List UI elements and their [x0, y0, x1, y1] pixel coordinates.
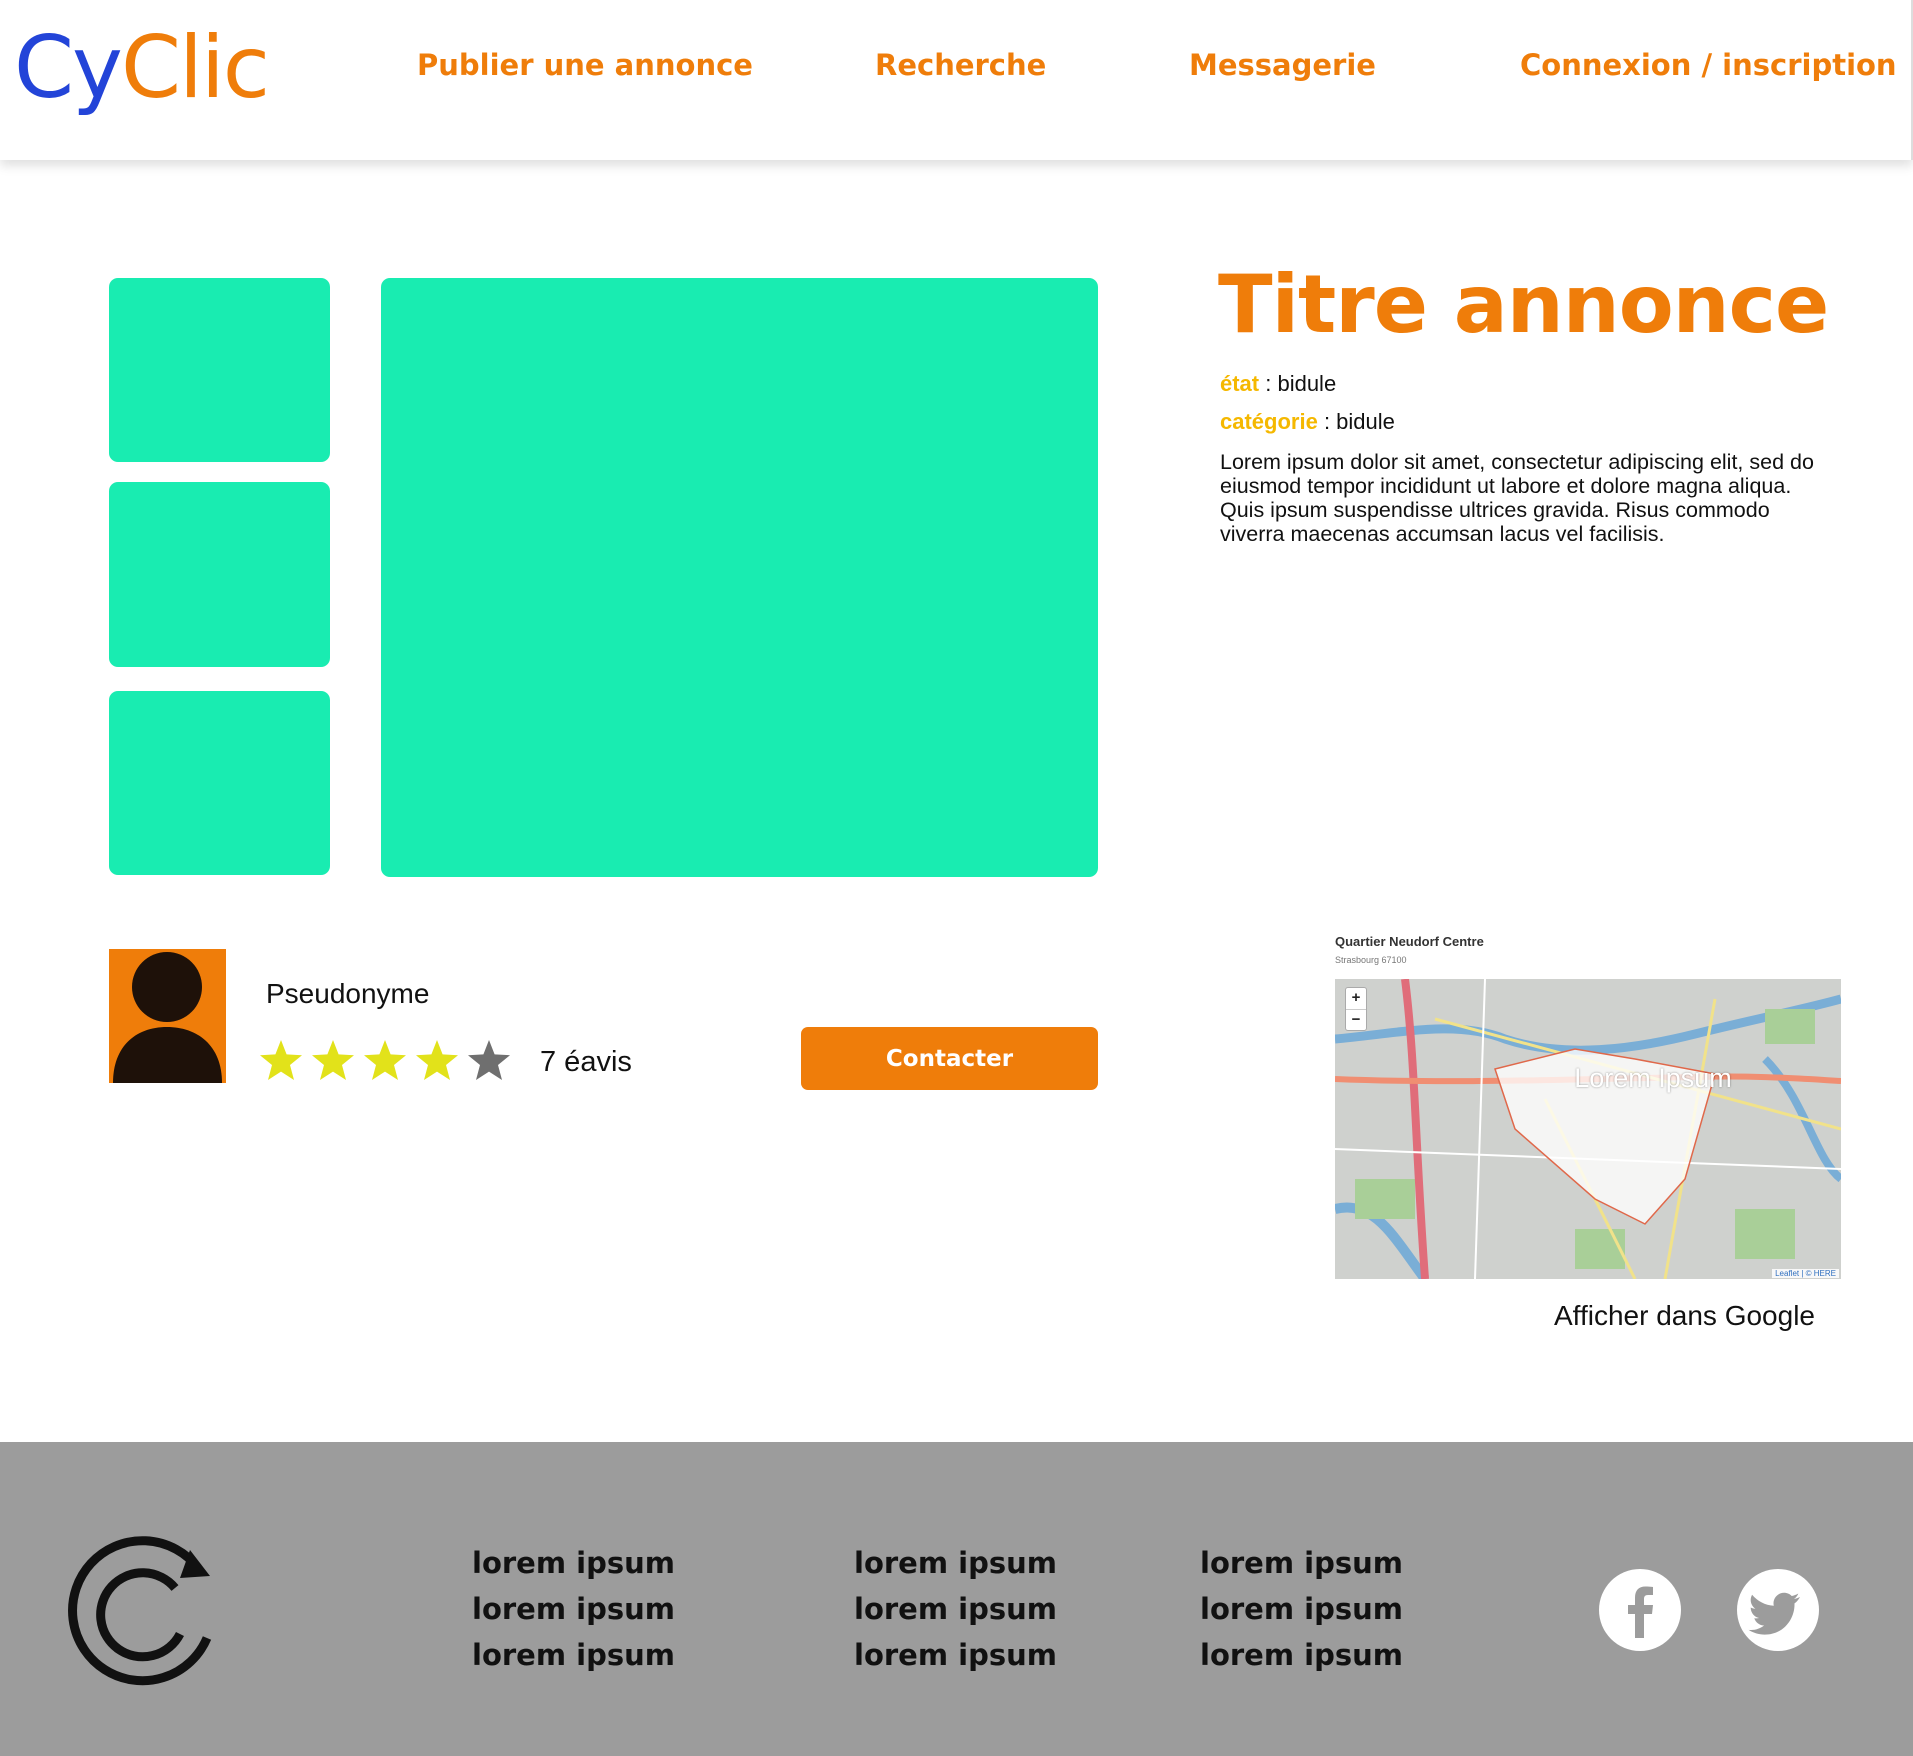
cyclic-footer-logo-icon[interactable] — [62, 1530, 222, 1695]
seller-rating-stars — [258, 1038, 512, 1084]
state-label: état — [1220, 371, 1260, 396]
seller-avatar[interactable] — [109, 949, 226, 1083]
nav-publish-link[interactable]: Publier une annonce — [417, 48, 753, 82]
map-place-sub: Strasbourg 67100 — [1335, 955, 1407, 965]
category-label: catégorie — [1220, 409, 1318, 434]
star-filled-icon — [260, 1040, 302, 1080]
contact-button[interactable]: Contacter — [801, 1027, 1098, 1090]
nav-search-link[interactable]: Recherche — [875, 48, 1046, 82]
footer-column-1: lorem ipsum lorem ipsum lorem ipsum — [472, 1540, 675, 1678]
footer-link[interactable]: lorem ipsum — [472, 1632, 675, 1678]
listing-title: Titre annonce — [1218, 258, 1829, 351]
map-tiles — [1335, 979, 1841, 1279]
footer-link[interactable]: lorem ipsum — [1200, 1632, 1403, 1678]
seller-reviews-count[interactable]: 7 éavis — [540, 1046, 632, 1079]
listing-state: état : bidule — [1220, 371, 1336, 397]
cyclic-logo[interactable]: CyClic — [14, 18, 270, 118]
map-attribution[interactable]: Leaflet | © HERE — [1772, 1269, 1839, 1278]
listing-description: Lorem ipsum dolor sit amet, consectetur … — [1220, 450, 1814, 546]
map-zoom-in-button[interactable]: + — [1346, 988, 1366, 1009]
footer-column-2: lorem ipsum lorem ipsum lorem ipsum — [854, 1540, 1057, 1678]
map-overlay-text: Lorem Ipsum — [1574, 1063, 1732, 1093]
photo-thumbnail-2[interactable] — [109, 482, 330, 667]
twitter-icon[interactable] — [1736, 1568, 1820, 1652]
footer-link[interactable]: lorem ipsum — [854, 1586, 1057, 1632]
open-in-google-link[interactable]: Afficher dans Google — [1554, 1300, 1815, 1332]
star-filled-icon — [364, 1040, 406, 1080]
logo-part-clic: Clic — [120, 18, 270, 118]
footer-link[interactable]: lorem ipsum — [1200, 1540, 1403, 1586]
location-map[interactable]: + − Lorem Ipsum Leaflet | © HERE — [1335, 979, 1841, 1279]
category-value: : bidule — [1317, 409, 1395, 434]
user-silhouette-icon — [113, 952, 222, 1083]
state-value: : bidule — [1259, 371, 1337, 396]
logo-part-cy: Cy — [14, 18, 123, 118]
footer-link[interactable]: lorem ipsum — [854, 1632, 1057, 1678]
photo-thumbnail-1[interactable] — [109, 278, 330, 462]
facebook-icon[interactable] — [1598, 1568, 1682, 1652]
star-filled-icon — [416, 1040, 458, 1080]
star-filled-icon — [312, 1040, 354, 1080]
photo-thumbnail-3[interactable] — [109, 691, 330, 875]
nav-messages-link[interactable]: Messagerie — [1189, 48, 1376, 82]
map-place-name: Quartier Neudorf Centre — [1335, 934, 1484, 949]
map-zoom-controls: + − — [1345, 987, 1367, 1031]
star-empty-icon — [468, 1040, 510, 1080]
map-zoom-out-button[interactable]: − — [1346, 1009, 1366, 1030]
footer-link[interactable]: lorem ipsum — [1200, 1586, 1403, 1632]
seller-pseudonym: Pseudonyme — [266, 978, 430, 1009]
listing-category: catégorie : bidule — [1220, 409, 1395, 435]
footer-link[interactable]: lorem ipsum — [472, 1540, 675, 1586]
site-footer: lorem ipsum lorem ipsum lorem ipsum lore… — [0, 1442, 1913, 1756]
footer-link[interactable]: lorem ipsum — [854, 1540, 1057, 1586]
footer-column-3: lorem ipsum lorem ipsum lorem ipsum — [1200, 1540, 1403, 1678]
nav-login-link[interactable]: Connexion / inscription — [1520, 48, 1897, 82]
site-header: CyClic Publier une annonce Recherche Mes… — [0, 0, 1913, 160]
footer-link[interactable]: lorem ipsum — [472, 1586, 675, 1632]
main-photo[interactable] — [381, 278, 1098, 877]
